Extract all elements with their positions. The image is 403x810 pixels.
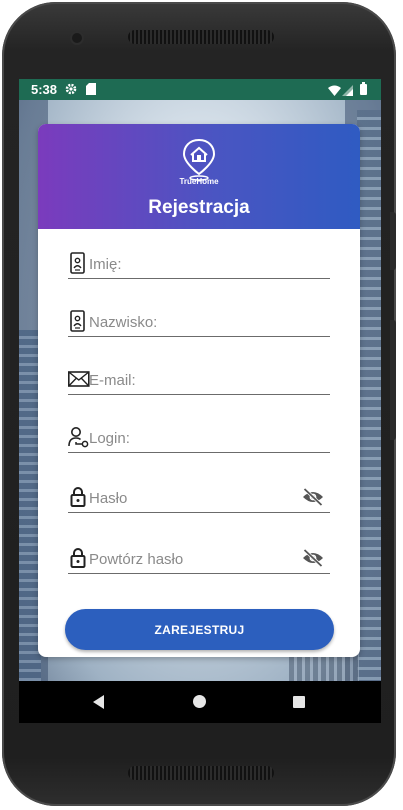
back-icon[interactable]	[93, 695, 104, 709]
password-repeat-field	[68, 547, 330, 574]
eye-off-icon[interactable]	[302, 487, 324, 507]
last-name-input[interactable]	[89, 311, 299, 333]
volume-button	[390, 212, 396, 270]
login-input[interactable]	[89, 427, 299, 449]
envelope-icon	[68, 368, 90, 390]
power-button	[390, 320, 396, 440]
status-bar: 5:38	[19, 79, 381, 100]
eye-off-icon[interactable]	[302, 548, 324, 568]
id-card-icon	[68, 252, 88, 274]
lock-icon	[68, 547, 88, 569]
sd-card-icon	[86, 83, 96, 98]
first-name-input[interactable]	[89, 253, 299, 275]
card-header: TrueHome Rejestracja	[38, 124, 360, 229]
logo-text: TrueHome	[179, 177, 219, 186]
password-input[interactable]	[89, 487, 299, 509]
wifi-icon	[328, 84, 341, 99]
signal-icon	[342, 84, 353, 99]
last-name-field	[68, 310, 330, 337]
password-field	[68, 486, 330, 513]
first-name-field	[68, 252, 330, 279]
top-speaker	[128, 30, 274, 44]
register-button[interactable]: ZAREJESTRUJ	[65, 609, 334, 650]
login-field	[68, 426, 330, 453]
email-input[interactable]	[89, 369, 299, 391]
screen: 5:38 TrueHome Rejestracja Imię: Nazwisko…	[19, 79, 381, 723]
navigation-bar	[19, 681, 381, 723]
recent-apps-icon[interactable]	[293, 696, 305, 708]
page-title: Rejestracja	[148, 197, 250, 218]
front-camera	[72, 33, 82, 43]
password-repeat-input[interactable]	[89, 548, 299, 570]
email-field	[68, 368, 330, 395]
gear-icon	[65, 83, 77, 98]
status-time: 5:38	[31, 82, 58, 97]
registration-card: TrueHome Rejestracja Imię: Nazwisko: E-m…	[38, 124, 360, 657]
bottom-speaker	[128, 766, 274, 780]
battery-icon	[360, 82, 367, 98]
user-key-icon	[68, 426, 89, 448]
home-icon[interactable]	[193, 695, 206, 708]
lock-icon	[68, 486, 88, 508]
id-card-icon	[68, 310, 88, 332]
building-right	[357, 110, 381, 681]
